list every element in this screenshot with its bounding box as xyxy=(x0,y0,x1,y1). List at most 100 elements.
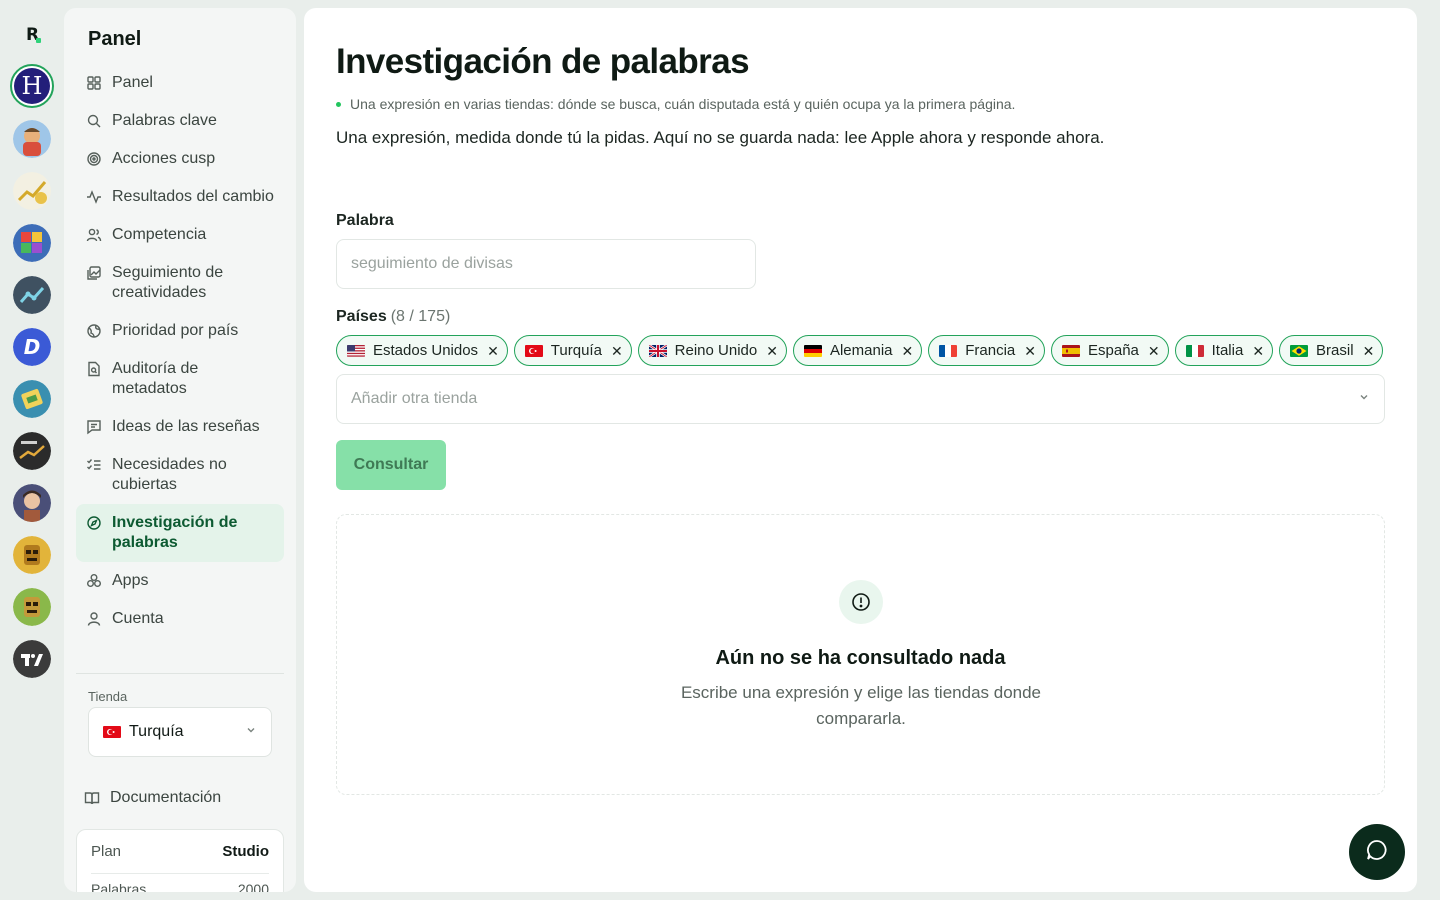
grid-icon xyxy=(86,75,102,91)
remove-chip-close-icon[interactable]: ✕ xyxy=(1024,344,1036,358)
sidebar-item-label: Panel xyxy=(112,74,153,91)
sidebar-item-label: Apps xyxy=(112,572,149,589)
remove-chip-close-icon[interactable]: ✕ xyxy=(1148,344,1160,358)
sidebar-item-change-results[interactable]: Resultados del cambio xyxy=(76,178,284,216)
flag-tr-icon xyxy=(524,344,543,357)
plan-row: Plan Studio xyxy=(91,830,269,874)
store-select[interactable]: Turquía xyxy=(88,707,272,757)
plan-label: Plan xyxy=(91,843,122,860)
country-chip-label: Alemania xyxy=(829,342,893,359)
country-chip-br: Brasil ✕ xyxy=(1279,335,1384,366)
empty-state-title: Aún no se ha consultado nada xyxy=(715,647,1006,669)
flag-br-icon xyxy=(1290,344,1309,357)
search-icon xyxy=(86,113,102,129)
sidebar-item-label: Ideas de las reseñas xyxy=(112,418,260,435)
sidebar-item-country-priority[interactable]: Prioridad por país xyxy=(76,312,284,350)
tradingview-app-icon[interactable] xyxy=(13,640,51,678)
page-subtitle: Una expresión en varias tiendas: dónde s… xyxy=(336,96,1015,112)
sidebar-item-unmet-needs[interactable]: Necesidades no cubiertas xyxy=(76,446,284,504)
chat-button[interactable] xyxy=(1349,824,1405,880)
country-chip-it: Italia ✕ xyxy=(1174,335,1274,366)
investing-app-icon[interactable] xyxy=(13,432,51,470)
hotel-h-app-icon[interactable]: H xyxy=(10,64,54,108)
flag-tr-icon xyxy=(103,726,121,738)
sidebar-item-label: Auditoría de metadatos xyxy=(112,360,199,397)
add-store-select[interactable]: Añadir otra tienda xyxy=(336,374,1385,424)
remove-chip-close-icon[interactable]: ✕ xyxy=(766,344,778,358)
user-icon xyxy=(86,611,102,627)
sidebar-item-label: Necesidades no cubiertas xyxy=(112,456,227,493)
app-rail: R H D xyxy=(0,0,64,900)
flag-fr-icon xyxy=(939,344,958,357)
character-app-icon[interactable] xyxy=(13,484,51,522)
sidebar-item-creatives-tracking[interactable]: Seguimiento de creatividades xyxy=(76,254,284,312)
add-store-placeholder: Añadir otra tienda xyxy=(351,390,478,407)
svg-text:D: D xyxy=(24,335,41,359)
remove-chip-close-icon[interactable]: ✕ xyxy=(1252,344,1264,358)
sidebar-item-account[interactable]: Cuenta xyxy=(76,600,284,638)
block-puzzle-app-icon[interactable] xyxy=(13,224,51,262)
documentation-link[interactable]: Documentación xyxy=(84,789,221,807)
brand-logo[interactable]: R xyxy=(20,24,44,46)
country-chip-label: Reino Unido xyxy=(674,342,758,359)
gold-chart-app-icon[interactable] xyxy=(13,172,51,210)
sidebar-item-review-ideas[interactable]: Ideas de las reseñas xyxy=(76,408,284,446)
remove-chip-close-icon[interactable]: ✕ xyxy=(902,344,914,358)
sidebar-item-label: Resultados del cambio xyxy=(112,188,274,205)
chevron-down-icon xyxy=(245,723,257,741)
plan-words-label: Palabras xyxy=(91,881,147,892)
store-select-value: Turquía xyxy=(129,723,184,740)
country-chip-gb: Reino Unido ✕ xyxy=(637,335,787,366)
book-icon xyxy=(84,790,100,806)
sidebar-divider xyxy=(76,673,284,674)
sidebar-item-competition[interactable]: Competencia xyxy=(76,216,284,254)
d-letter-app-icon[interactable]: D xyxy=(13,328,51,366)
sidebar: Panel Panel Palabras clave Acciones cusp… xyxy=(64,8,296,892)
word-input[interactable] xyxy=(336,239,756,289)
country-chip-us: Estados Unidos ✕ xyxy=(336,335,508,366)
compass-icon xyxy=(86,515,102,531)
chevron-down-icon xyxy=(1358,390,1370,408)
sidebar-item-label: Investigación de palabras xyxy=(112,514,238,551)
ticket-app-icon[interactable] xyxy=(13,380,51,418)
country-chip-tr: Turquía ✕ xyxy=(513,335,632,366)
countries-label: Países (8 / 175) xyxy=(336,308,450,326)
country-chip-de: Alemania ✕ xyxy=(792,335,923,366)
country-chip-label: Estados Unidos xyxy=(373,342,479,359)
sidebar-item-word-research[interactable]: Investigación de palabras xyxy=(76,504,284,562)
remove-chip-close-icon[interactable]: ✕ xyxy=(1363,344,1375,358)
subway-runner-app-icon[interactable] xyxy=(13,120,51,158)
remove-chip-close-icon[interactable]: ✕ xyxy=(611,344,623,358)
globe-icon xyxy=(86,323,102,339)
page-title: Investigación de palabras xyxy=(336,42,750,81)
sidebar-item-label: Competencia xyxy=(112,226,207,243)
sidebar-title: Panel xyxy=(88,28,142,50)
flag-us-icon xyxy=(347,344,365,357)
sidebar-item-cusp-actions[interactable]: Acciones cusp xyxy=(76,140,284,178)
remove-chip-close-icon[interactable]: ✕ xyxy=(487,344,499,358)
country-chip-label: Francia xyxy=(965,342,1016,359)
main-content: Investigación de palabras Una expresión … xyxy=(304,8,1417,892)
sidebar-item-label: Palabras clave xyxy=(112,112,217,129)
sidebar-item-metadata-audit[interactable]: Auditoría de metadatos xyxy=(76,350,284,408)
sidebar-item-keywords[interactable]: Palabras clave xyxy=(76,102,284,140)
sidebar-item-panel[interactable]: Panel xyxy=(76,64,284,102)
sidebar-item-label: Acciones cusp xyxy=(112,150,216,167)
flag-es-icon xyxy=(1062,344,1081,357)
images-icon xyxy=(86,265,102,281)
sidebar-item-apps[interactable]: Apps xyxy=(76,562,284,600)
list-check-icon xyxy=(86,457,102,473)
countries-label-text: Países xyxy=(336,308,387,325)
status-dot xyxy=(336,101,341,107)
target-icon xyxy=(86,151,102,167)
tiki-mask-app-icon[interactable] xyxy=(13,536,51,574)
line-graph-app-icon[interactable] xyxy=(13,276,51,314)
word-label: Palabra xyxy=(336,212,394,229)
country-chip-label: Turquía xyxy=(550,342,602,359)
consult-button[interactable]: Consultar xyxy=(336,440,446,490)
apps-icon xyxy=(86,573,102,589)
country-chips: Estados Unidos ✕ Turquía ✕ Reino Unido ✕… xyxy=(336,335,1389,366)
sidebar-item-label: Cuenta xyxy=(112,610,164,627)
users-icon xyxy=(86,227,102,243)
tiki-mask-green-app-icon[interactable] xyxy=(13,588,51,626)
